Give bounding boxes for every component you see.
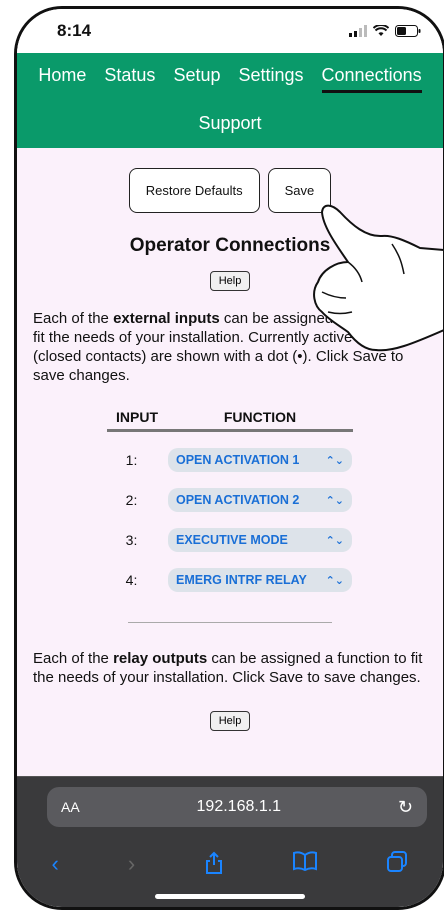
restore-defaults-button[interactable]: Restore Defaults — [128, 168, 260, 213]
wifi-icon — [373, 25, 389, 36]
intro-before: Each of the — [33, 310, 114, 327]
input-number: 3: — [125, 532, 138, 548]
url-text: 192.168.1.1 — [196, 798, 282, 815]
input-number: 1: — [125, 452, 138, 468]
chevron-updown-icon: ⌃⌄ — [325, 534, 344, 547]
nav-connections[interactable]: Connections — [321, 65, 422, 93]
function-select-3[interactable]: EXECUTIVE MODE ⌃⌄ — [168, 528, 352, 552]
browser-nav-row: ‹ › — [17, 851, 443, 877]
text-size-button[interactable]: AA — [61, 799, 80, 815]
bookmarks-icon[interactable] — [293, 851, 318, 871]
save-button[interactable]: Save — [267, 168, 332, 213]
intro-text: Each of the external inputs can be assig… — [17, 309, 443, 385]
action-buttons: Restore Defaults Save — [17, 148, 443, 213]
battery-icon — [395, 25, 421, 37]
nav-setup[interactable]: Setup — [173, 65, 220, 93]
select-value: OPEN ACTIVATION 1 — [176, 453, 300, 467]
back-icon[interactable]: ‹ — [52, 851, 59, 877]
select-value: EMERG INTRF RELAY — [176, 573, 307, 587]
status-time: 8:14 — [57, 21, 92, 40]
input-header: INPUT — [107, 409, 167, 432]
relay-before: Each of the — [33, 650, 114, 667]
nav-row-2: Support — [17, 113, 443, 138]
relay-bold: relay outputs — [113, 650, 208, 667]
input-function-table: INPUT FUNCTION 1: OPEN ACTIVATION 1 ⌃⌄ 2:… — [107, 409, 353, 592]
function-select-1[interactable]: OPEN ACTIVATION 1 ⌃⌄ — [168, 448, 352, 472]
status-bar: 8:14 — [17, 9, 443, 53]
table-row: 2: OPEN ACTIVATION 2 ⌃⌄ — [107, 472, 353, 512]
help-button-relay[interactable]: Help — [209, 711, 251, 731]
select-value: EXECUTIVE MODE — [176, 533, 288, 547]
table-row: 4: EMERG INTRF RELAY ⌃⌄ — [107, 552, 353, 592]
relay-text: Each of the relay outputs can be assigne… — [17, 649, 443, 687]
function-select-4[interactable]: EMERG INTRF RELAY ⌃⌄ — [168, 568, 352, 592]
table-row: 1: OPEN ACTIVATION 1 ⌃⌄ — [107, 431, 353, 472]
help-wrap-top: Help — [17, 271, 443, 291]
input-number: 2: — [125, 492, 138, 508]
signal-icon — [349, 25, 367, 37]
forward-icon[interactable]: › — [128, 851, 135, 877]
function-select-2[interactable]: OPEN ACTIVATION 2 ⌃⌄ — [168, 488, 352, 512]
page-title: Operator Connections — [129, 235, 331, 256]
home-indicator — [155, 894, 305, 899]
status-icons — [349, 25, 421, 37]
nav-settings[interactable]: Settings — [238, 65, 303, 93]
function-header: FUNCTION — [167, 409, 353, 432]
page-content: Restore Defaults Save Operator Connectio… — [17, 148, 443, 868]
share-icon[interactable] — [204, 851, 224, 875]
url-bar[interactable]: AA 192.168.1.1 ↻ — [47, 787, 427, 827]
help-button[interactable]: Help — [209, 271, 251, 291]
input-number: 4: — [125, 572, 138, 588]
tabs-icon[interactable] — [386, 851, 408, 873]
chevron-updown-icon: ⌃⌄ — [325, 494, 344, 507]
section-divider — [128, 622, 332, 623]
select-value: OPEN ACTIVATION 2 — [176, 493, 300, 507]
nav-row-1: Home Status Setup Settings Connections — [17, 65, 443, 93]
chevron-updown-icon: ⌃⌄ — [325, 454, 344, 467]
nav-status[interactable]: Status — [104, 65, 155, 93]
chevron-updown-icon: ⌃⌄ — [325, 574, 344, 587]
table-row: 3: EXECUTIVE MODE ⌃⌄ — [107, 512, 353, 552]
reload-icon[interactable]: ↻ — [398, 797, 413, 818]
help-wrap-bottom: Help — [17, 711, 443, 731]
nav-home[interactable]: Home — [38, 65, 86, 93]
nav-support[interactable]: Support — [198, 113, 261, 138]
intro-bold: external inputs — [113, 310, 220, 327]
browser-toolbar: AA 192.168.1.1 ↻ ‹ › — [17, 776, 443, 907]
phone-frame: 8:14 Home Status Setup Settings Connecti… — [14, 6, 444, 910]
top-nav: Home Status Setup Settings Connections S… — [17, 53, 443, 148]
